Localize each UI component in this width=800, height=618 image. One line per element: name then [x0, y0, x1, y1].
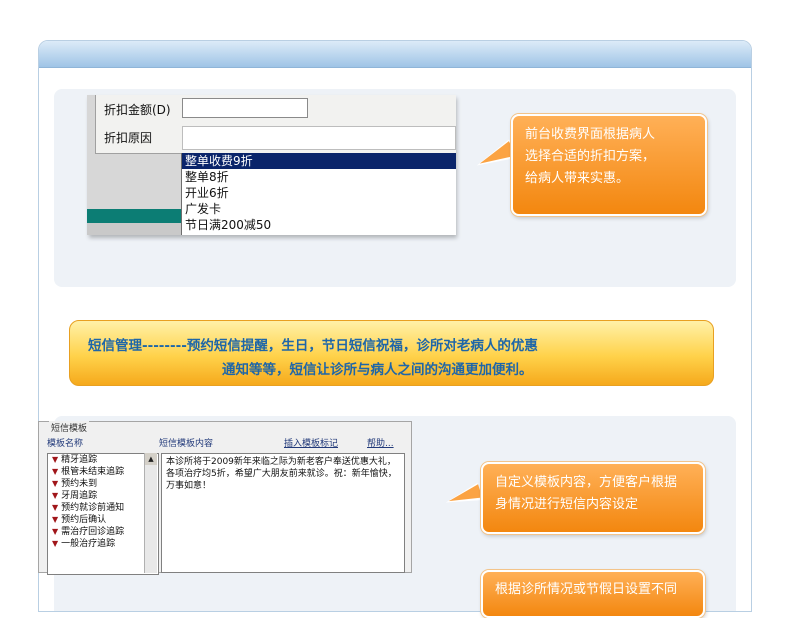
frame-header: [39, 41, 751, 68]
banner-line-2: 通知等等，短信让诊所与病人之间的沟通更加便利。: [222, 362, 533, 378]
status-strip: [87, 223, 187, 235]
callout-line: 身情况进行短信内容设定: [495, 497, 639, 512]
dropdown-option[interactable]: 整单8折: [182, 169, 456, 185]
status-bar: [87, 209, 187, 223]
dropdown-option[interactable]: 整单收费9折: [182, 153, 456, 169]
discount-callout: 前台收费界面根据病人 选择合适的折扣方案， 给病人带来实惠。: [511, 114, 707, 216]
scroll-up-icon[interactable]: ▲: [145, 453, 157, 465]
discount-dialog: 折扣金额(D) 折扣原因 整单收费9折 整单8折 开业6折 广发卡 节日满200…: [87, 95, 456, 235]
discount-form: 折扣金额(D) 折扣原因: [95, 95, 456, 154]
flag-icon: ▼: [52, 479, 59, 488]
discount-section: 折扣金额(D) 折扣原因 整单收费9折 整单8折 开业6折 广发卡 节日满200…: [54, 89, 736, 287]
callout-line: 选择合适的折扣方案，: [525, 149, 656, 164]
discount-amount-input[interactable]: [182, 98, 308, 118]
template-list-scrollbar[interactable]: ▲: [144, 453, 157, 573]
discount-reason-select[interactable]: [182, 126, 456, 150]
banner-line-1: 短信管理--------预约短信提醒，生日，节日短信祝福，诊所对老病人的优惠: [88, 338, 538, 354]
custom-template-callout: 自定义模板内容，方便客户根据 身情况进行短信内容设定: [481, 462, 705, 534]
callout-line: 前台收费界面根据病人: [525, 127, 656, 142]
flag-icon: ▼: [52, 527, 59, 536]
list-item[interactable]: ▼ 预约未到: [48, 478, 158, 490]
dropdown-option[interactable]: 广发卡: [182, 201, 456, 217]
flag-icon: ▼: [52, 491, 59, 500]
holiday-callout: 根据诊所情况或节假日设置不同: [481, 570, 705, 618]
list-item[interactable]: ▼ 精牙追踪: [48, 454, 158, 466]
template-list[interactable]: ▼ 精牙追踪 ▼ 根管未结束追踪 ▼ 预约未到 ▼ 牙周追踪 ▼ 预约就诊前通知 ▼ 预约后…: [47, 453, 159, 575]
list-item[interactable]: ▼ 预约后确认: [48, 514, 158, 526]
template-content-text[interactable]: 本诊所将于2009新年来临之际为新老客户奉送优惠大礼，各项治疗均5折，希望广大朋…: [161, 453, 405, 573]
flag-icon: ▼: [52, 503, 59, 512]
flag-icon: ▼: [52, 455, 59, 464]
callout-line: 自定义模板内容，方便客户根据: [495, 475, 678, 490]
list-item[interactable]: ▼ 根管未结束追踪: [48, 466, 158, 478]
dropdown-option[interactable]: 开业6折: [182, 185, 456, 201]
sms-template-window: 短信模板 模板名称 短信模板内容 插入模板标记 帮助... ▼ 精牙追踪 ▼ 根管未…: [38, 421, 412, 575]
template-name-header: 模板名称: [47, 439, 84, 449]
insert-tag-link[interactable]: 插入模板标记: [284, 436, 338, 449]
help-link[interactable]: 帮助...: [367, 436, 394, 449]
flag-icon: ▼: [52, 515, 59, 524]
discount-reason-label: 折扣原因: [104, 131, 153, 145]
sms-banner: 短信管理--------预约短信提醒，生日，节日短信祝福，诊所对老病人的优惠 通…: [69, 320, 714, 386]
discount-amount-label: 折扣金额(D): [104, 103, 171, 117]
dropdown-option[interactable]: 节日满200减50: [182, 217, 456, 233]
list-item[interactable]: ▼ 预约就诊前通知: [48, 502, 158, 514]
list-item[interactable]: ▼ 牙周追踪: [48, 490, 158, 502]
flag-icon: ▼: [52, 467, 59, 476]
flag-icon: ▼: [52, 539, 59, 548]
callout-line: 给病人带来实惠。: [525, 171, 630, 186]
list-item[interactable]: ▼ 需治疗回诊追踪: [48, 526, 158, 538]
template-content-header: 短信模板内容: [159, 439, 214, 449]
sms-template-legend: 短信模板: [49, 421, 90, 434]
discount-reason-dropdown[interactable]: 整单收费9折 整单8折 开业6折 广发卡 节日满200减50: [181, 153, 456, 235]
list-item[interactable]: ▼ 一般治疗追踪: [48, 538, 158, 550]
